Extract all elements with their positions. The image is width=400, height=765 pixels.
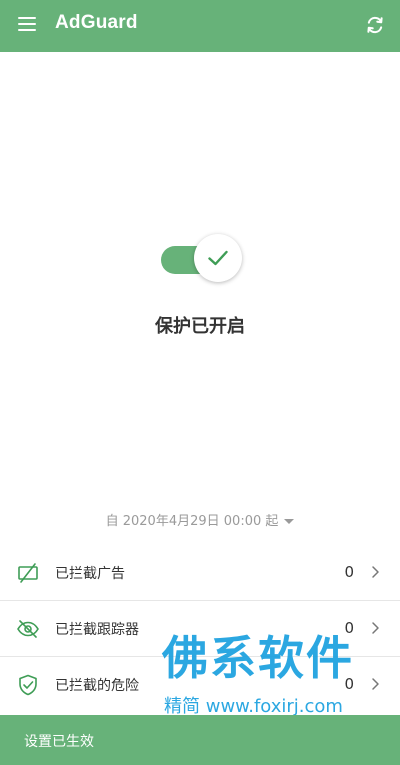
stat-row-ads[interactable]: 已拦截广告 0 [0,545,400,600]
hamburger-menu-icon[interactable] [14,14,40,38]
stat-row-trackers[interactable]: 已拦截跟踪器 0 [0,601,400,656]
snackbar: 设置已生效 [0,715,400,765]
checkmark-icon [208,250,228,266]
stat-value: 0 [344,619,354,637]
app-title: AdGuard [55,12,138,33]
protection-toggle[interactable] [160,234,244,288]
chevron-right-icon [372,678,379,690]
stat-value: 0 [344,675,354,693]
shield-check-icon [19,674,37,696]
stat-label: 已拦截的危险 [55,678,139,694]
eye-off-icon [17,620,39,638]
ad-blocked-icon [18,563,38,583]
period-selector[interactable]: 自 2020年4月29日 00:00 起 [0,510,400,529]
refresh-icon[interactable] [364,14,386,36]
snackbar-message: 设置已生效 [24,734,94,750]
chevron-right-icon [372,622,379,634]
app-bar: AdGuard [0,0,400,52]
protection-status-text: 保护已开启 [155,316,245,337]
stat-label: 已拦截广告 [55,566,125,582]
stat-value: 0 [344,563,354,581]
caret-down-icon [284,519,295,524]
toggle-knob [194,234,242,282]
chevron-right-icon [372,566,379,578]
stat-row-threats[interactable]: 已拦截的危险 0 [0,657,400,712]
period-text: 自 2020年4月29日 00:00 起 [105,514,279,529]
stat-label: 已拦截跟踪器 [55,622,139,638]
